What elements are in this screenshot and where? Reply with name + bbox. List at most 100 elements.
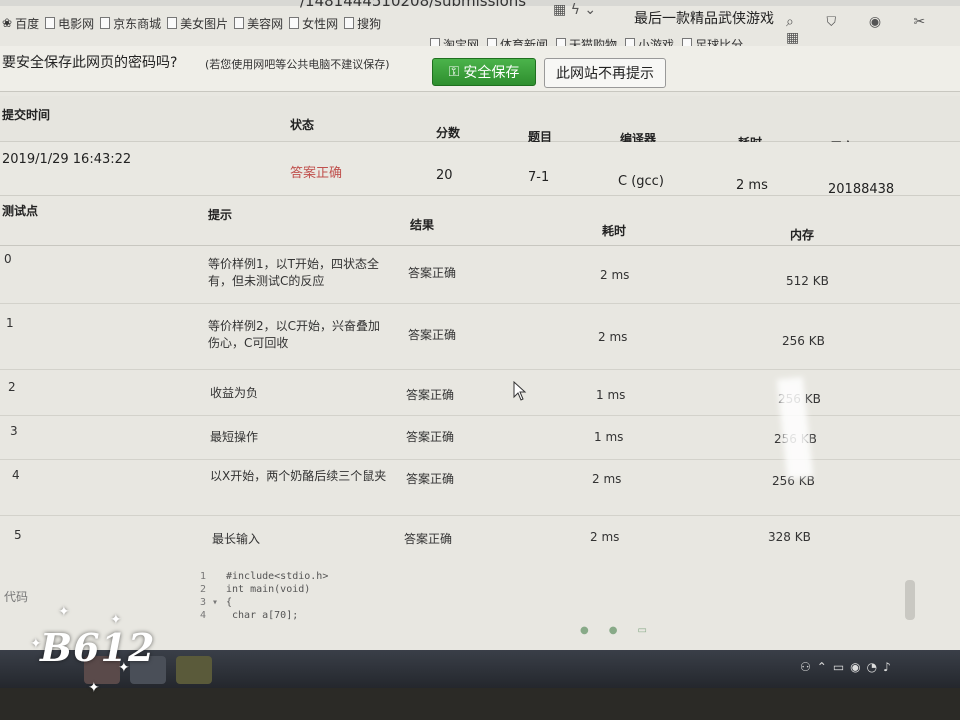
test-elapsed: 2 ms <box>592 472 622 486</box>
bookmark-pics[interactable]: 美女图片 <box>167 15 228 32</box>
test-memory: 512 KB <box>786 274 829 288</box>
star-icon: ✦ <box>88 680 100 696</box>
never-prompt-button[interactable]: 此网站不再提示 <box>544 58 666 88</box>
page-icon <box>234 17 245 29</box>
test-result: 答案正确 <box>406 472 455 486</box>
code-label: 代码 <box>4 590 29 604</box>
copy-icon[interactable]: ▭ <box>637 625 646 636</box>
header-point: 测试点 <box>2 204 39 218</box>
test-row: 4 以X开始，两个奶酪后续三个鼠夹 答案正确 2 ms 256 KB <box>0 460 960 516</box>
header-status: 状态 <box>290 118 315 132</box>
search-suggestion[interactable]: 最后一款精品武侠游戏 <box>634 8 774 28</box>
search-icon[interactable]: ⌕ <box>786 14 808 30</box>
test-point: 1 <box>6 316 14 330</box>
test-result: 答案正确 <box>406 388 455 402</box>
toolbar-icons: ⌕ ⛉ ◉ ✂ ▦ <box>786 14 960 46</box>
test-result: 答案正确 <box>408 266 457 280</box>
header-tip: 提示 <box>208 208 233 222</box>
system-tray[interactable]: ⚇⌃▭◉◔♪ <box>800 660 897 674</box>
star-icon: ✦ <box>118 660 130 676</box>
page-icon <box>45 17 56 29</box>
test-point: 0 <box>4 252 12 266</box>
test-tip: 等价样例1，以T开始，四状态全有，但未测试C的反应 <box>208 257 379 288</box>
password-note: (若您使用网吧等公共电脑不建议保存) <box>205 58 390 71</box>
header-memory: 内存 <box>790 228 815 242</box>
header-test-elapsed: 耗时 <box>602 224 627 238</box>
test-point: 5 <box>14 528 22 542</box>
code-viewer[interactable]: 1 #include<stdio.h> 2 int main(void) 3 ▾{ … <box>200 570 328 622</box>
star-icon: ✦ <box>30 636 42 652</box>
test-elapsed: 2 ms <box>598 330 628 344</box>
test-memory: 256 KB <box>782 334 825 348</box>
play-icon[interactable]: ● <box>580 625 589 636</box>
submission-time: 2019/1/29 16:43:22 <box>2 152 132 167</box>
page-icon <box>289 17 300 29</box>
test-result: 答案正确 <box>404 532 453 546</box>
menu-icon[interactable]: ◉ <box>869 14 895 30</box>
test-row: 3 最短操作 答案正确 1 ms 256 KB <box>0 416 960 460</box>
bookmark-movie[interactable]: 电影网 <box>45 15 94 32</box>
page-icon <box>100 17 111 29</box>
key-icon: ⚿ <box>448 64 460 80</box>
scissors-icon[interactable]: ✂ <box>914 14 940 30</box>
submission-score: 20 <box>436 168 453 183</box>
submission-user[interactable]: 20188438 <box>828 182 894 197</box>
test-point: 4 <box>12 468 20 482</box>
submission-compiler: C (gcc) <box>618 174 664 189</box>
star-icon: ✦ <box>58 604 70 620</box>
code-line: 1 #include<stdio.h> <box>200 571 329 582</box>
browser-screen: /1481444510208/submissions ▦ ϟ ⌄ 最后一款精品武… <box>0 0 960 650</box>
bookmark-jd[interactable]: 京东商城 <box>100 15 161 32</box>
bookmark-baidu[interactable]: ❀ 百度 <box>2 15 39 32</box>
submission-problem[interactable]: 7-1 <box>528 170 549 185</box>
page-icon <box>167 17 178 29</box>
test-tip: 以X开始，两个奶酪后续三个鼠夹 <box>210 469 387 483</box>
test-result: 答案正确 <box>406 430 455 444</box>
test-row: 0 等价样例1，以T开始，四状态全有，但未测试C的反应 答案正确 2 ms 51… <box>0 246 960 304</box>
wifi-icon[interactable]: ◔ <box>867 660 883 674</box>
bookmark-sogou[interactable]: 搜狗 <box>344 15 381 32</box>
network-icon[interactable]: ▭ <box>833 660 850 674</box>
code-scrollbar[interactable] <box>905 580 915 620</box>
code-line: 3 ▾{ <box>200 597 233 608</box>
save-password-button[interactable]: ⚿ 安全保存 <box>432 58 536 86</box>
submission-elapsed: 2 ms <box>736 178 768 193</box>
submission-row: 2019/1/29 16:43:22 答案正确 20 7-1 C (gcc) 2… <box>0 142 960 197</box>
test-memory: 328 KB <box>768 530 811 544</box>
test-point: 3 <box>10 424 18 438</box>
test-tip: 最短操作 <box>210 430 259 444</box>
code-toolbar: ● ● ▭ <box>580 625 647 636</box>
shield-icon[interactable]: ⛉ <box>826 14 850 30</box>
antivirus-icon[interactable]: ◉ <box>850 660 866 674</box>
submission-status[interactable]: 答案正确 <box>290 162 342 181</box>
test-row: 5 最长输入 答案正确 2 ms 328 KB <box>0 516 960 564</box>
bookmark-beauty[interactable]: 美容网 <box>234 15 283 32</box>
volume-icon[interactable]: ♪ <box>883 660 897 674</box>
camera-watermark: B612 <box>40 625 156 670</box>
password-question: 要安全保存此网页的密码吗? <box>2 55 178 71</box>
test-tip: 收益为负 <box>210 386 259 400</box>
tests-header: 测试点 提示 结果 耗时 内存 <box>0 196 960 246</box>
test-tip: 最长输入 <box>212 532 261 546</box>
test-result: 答案正确 <box>408 328 457 342</box>
bookmark-female[interactable]: 女性网 <box>289 15 338 32</box>
star-icon: ✦ <box>110 612 122 628</box>
test-tip: 等价样例2，以C开始，兴奋叠加伤心，C可回收 <box>208 319 381 350</box>
test-row: 2 收益为负 答案正确 1 ms 256 KB <box>0 370 960 416</box>
paw-icon: ❀ <box>2 16 13 30</box>
test-elapsed: 2 ms <box>590 530 620 544</box>
page-icon <box>344 17 355 29</box>
header-result: 结果 <box>410 218 435 232</box>
test-row: 1 等价样例2，以C开始，兴奋叠加伤心，C可回收 答案正确 2 ms 256 K… <box>0 304 960 370</box>
password-save-bar: 要安全保存此网页的密码吗? (若您使用网吧等公共电脑不建议保存) ⚿ 安全保存 … <box>0 46 960 92</box>
test-elapsed: 1 ms <box>594 430 624 444</box>
plus-icon[interactable]: ● <box>609 625 618 636</box>
up-arrow-icon[interactable]: ⌃ <box>817 660 833 674</box>
test-elapsed: 1 ms <box>596 388 626 402</box>
grid-icon[interactable]: ▦ <box>786 30 813 46</box>
header-time: 提交时间 <box>2 108 51 122</box>
test-elapsed: 2 ms <box>600 268 630 282</box>
submission-header: 提交时间 状态 分数 题目 编译器 耗时 用户 <box>0 96 960 154</box>
taskbar-browser-icon[interactable] <box>176 656 212 684</box>
people-icon[interactable]: ⚇ <box>800 660 817 674</box>
